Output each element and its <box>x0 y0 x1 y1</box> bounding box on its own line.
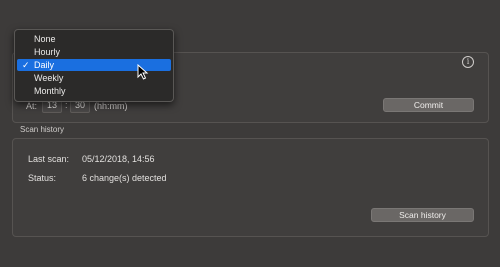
frequency-dropdown-menu: None Hourly ✓ Daily Weekly Monthly <box>14 29 174 102</box>
scan-history-button[interactable]: Scan history <box>371 208 474 222</box>
menu-item-label: Weekly <box>34 73 64 83</box>
menu-item-none[interactable]: None <box>17 33 171 45</box>
at-label: At: <box>26 101 38 111</box>
time-format-hint: (hh:mm) <box>94 101 128 111</box>
status-label: Status: <box>28 173 57 183</box>
menu-item-label: Hourly <box>34 47 61 57</box>
menu-item-hourly[interactable]: Hourly <box>17 46 171 58</box>
menu-item-label: Daily <box>34 60 55 70</box>
mouse-cursor-icon <box>137 64 149 80</box>
last-scan-label: Last scan: <box>28 154 70 164</box>
checkmark-icon: ✓ <box>22 60 30 70</box>
menu-item-monthly[interactable]: Monthly <box>17 85 171 97</box>
last-scan-value: 05/12/2018, 14:56 <box>82 154 155 164</box>
menu-item-label: None <box>34 34 56 44</box>
status-value: 6 change(s) detected <box>82 173 167 183</box>
commit-button[interactable]: Commit <box>383 98 474 112</box>
menu-item-label: Monthly <box>34 86 66 96</box>
info-icon[interactable]: i <box>462 56 474 68</box>
scan-history-title: Scan history <box>20 125 65 134</box>
scan-history-panel <box>12 138 489 237</box>
